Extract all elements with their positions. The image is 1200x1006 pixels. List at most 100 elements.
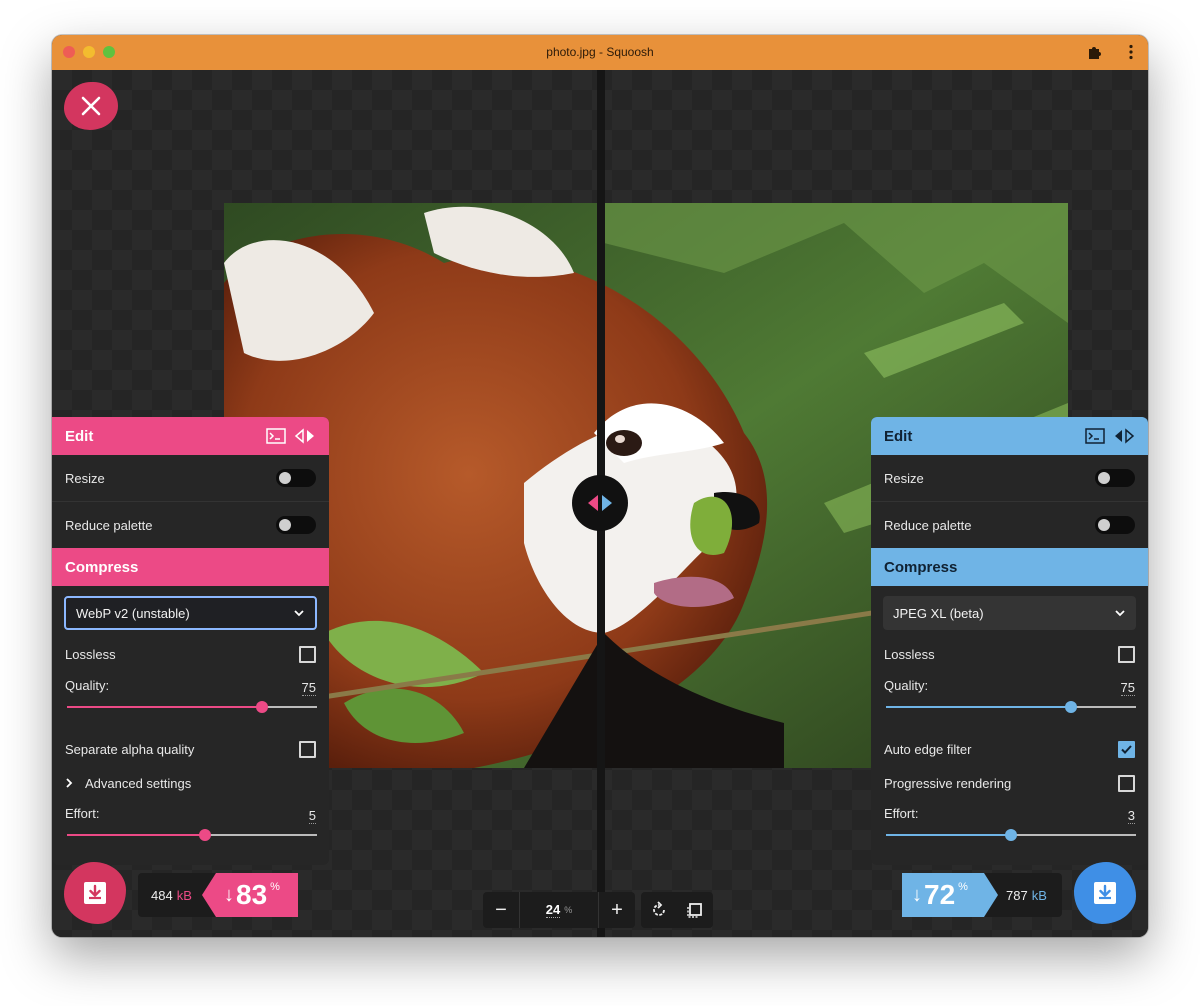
zoom-out-button[interactable]: − (483, 892, 519, 928)
effort-slider[interactable] (886, 829, 1136, 841)
right-edit-header: Edit (871, 417, 1148, 455)
rotate-button[interactable] (641, 892, 677, 928)
zoom-unit: % (564, 905, 573, 915)
lossless-label: Lossless (65, 646, 116, 662)
edit-title: Edit (884, 427, 913, 445)
quality-slider[interactable] (886, 701, 1136, 713)
zoom-value: 24 (545, 902, 561, 918)
browser-window: photo.jpg - Squoosh Edit Resize Reduce p… (52, 35, 1148, 937)
left-options-panel: Edit Resize Reduce palette Compress WebP… (52, 417, 329, 865)
quality-slider-thumb[interactable] (256, 701, 268, 713)
reduce-palette-row: Reduce palette (52, 502, 329, 548)
effort-label: Effort: (884, 806, 919, 821)
compress-title: Compress (65, 558, 139, 576)
left-size-unit: kB (176, 887, 192, 903)
zoom-in-button[interactable]: + (599, 892, 635, 928)
effort-value[interactable]: 3 (1127, 808, 1135, 824)
auto-edge-filter-label: Auto edge filter (884, 741, 972, 757)
download-icon (84, 882, 106, 904)
quality-slider-block: Quality: 75 (871, 672, 1148, 732)
quality-value[interactable]: 75 (301, 680, 316, 696)
resize-label: Resize (65, 470, 105, 486)
auto-edge-filter-checkbox[interactable] (1118, 740, 1135, 758)
advanced-settings-label: Advanced settings (85, 775, 192, 791)
separate-alpha-row: Separate alpha quality (52, 732, 329, 766)
progressive-rendering-row: Progressive rendering (871, 766, 1148, 800)
effort-value[interactable]: 5 (308, 808, 316, 824)
fit-to-screen-icon (687, 903, 702, 918)
effort-slider[interactable] (67, 829, 317, 841)
right-options-panel: Edit Resize Reduce palette Compress JPEG… (871, 417, 1148, 865)
right-savings-sign: % (958, 881, 968, 893)
lossless-checkbox[interactable] (1118, 645, 1135, 663)
right-savings-arrow: ↓ (912, 883, 922, 906)
right-savings-percent: 72 (924, 879, 956, 910)
right-size-unit: kB (1031, 887, 1047, 903)
left-savings-badge: ↓ 83 % (202, 873, 298, 917)
reduce-palette-toggle[interactable] (276, 516, 316, 534)
right-result-box: ↓ 72 % 787 kB (902, 873, 1062, 917)
rotate-icon (653, 901, 665, 916)
swap-arrows-icon (588, 495, 612, 511)
resize-row: Resize (871, 455, 1148, 502)
effort-slider-thumb[interactable] (1005, 829, 1017, 841)
terminal-icon[interactable] (1085, 428, 1105, 444)
quality-label: Quality: (65, 678, 110, 693)
chevron-down-icon (1115, 610, 1125, 617)
chevron-right-icon (66, 778, 73, 788)
right-savings-badge: ↓ 72 % (902, 873, 998, 917)
right-download-button[interactable] (1074, 862, 1136, 924)
quality-slider-block: Quality: 75 (52, 672, 329, 732)
left-file-size: 484 (151, 887, 173, 903)
left-savings-percent: 83 (236, 879, 268, 910)
quality-slider-thumb[interactable] (1065, 701, 1077, 713)
zoom-level[interactable]: 24 % (519, 892, 599, 928)
quality-value[interactable]: 75 (1120, 680, 1135, 696)
separate-alpha-checkbox[interactable] (299, 740, 316, 758)
progressive-rendering-checkbox[interactable] (1118, 774, 1135, 792)
title-bar: photo.jpg - Squoosh (52, 35, 1148, 70)
effort-label: Effort: (65, 806, 100, 821)
right-file-size: 787 (1006, 887, 1028, 903)
reduce-palette-toggle[interactable] (1095, 516, 1135, 534)
left-savings-arrow: ↓ (224, 883, 234, 906)
resize-label: Resize (884, 470, 924, 486)
separate-alpha-label: Separate alpha quality (65, 741, 195, 757)
codec-value: WebP v2 (unstable) (76, 605, 190, 621)
left-savings-sign: % (270, 881, 280, 893)
advanced-settings-toggle[interactable]: Advanced settings (52, 766, 329, 800)
lossless-checkbox[interactable] (299, 645, 316, 663)
codec-value: JPEG XL (beta) (893, 605, 984, 621)
reduce-palette-row: Reduce palette (871, 502, 1148, 548)
close-button[interactable] (64, 82, 118, 130)
reduce-palette-label: Reduce palette (65, 517, 153, 533)
window-title: photo.jpg - Squoosh (546, 45, 654, 59)
split-handle[interactable] (572, 475, 628, 531)
left-compress-header: Compress (52, 548, 329, 586)
right-compress-header: Compress (871, 548, 1148, 586)
compress-title: Compress (884, 558, 958, 576)
left-download-button[interactable] (64, 862, 126, 924)
edit-title: Edit (65, 427, 94, 445)
chevron-down-icon (294, 610, 304, 617)
lossless-row: Lossless (871, 636, 1148, 672)
codec-select[interactable]: WebP v2 (unstable) (64, 596, 317, 630)
resize-row: Resize (52, 455, 329, 502)
quality-slider[interactable] (67, 701, 317, 713)
resize-toggle[interactable] (1095, 469, 1135, 487)
codec-select[interactable]: JPEG XL (beta) (883, 596, 1136, 630)
fit-to-screen-button[interactable] (677, 892, 713, 928)
effort-slider-block: Effort: 5 (52, 800, 329, 860)
effort-slider-thumb[interactable] (198, 829, 211, 841)
terminal-icon[interactable] (266, 428, 286, 444)
close-icon (81, 96, 101, 116)
lossless-row: Lossless (52, 636, 329, 672)
left-result-box: 484 kB ↓ 83 % (138, 873, 298, 917)
effort-slider-block: Effort: 3 (871, 800, 1148, 860)
kebab-menu-icon[interactable] (1122, 43, 1140, 61)
puzzle-icon[interactable] (1086, 43, 1104, 61)
swap-sides-icon[interactable] (294, 428, 316, 444)
progressive-rendering-label: Progressive rendering (884, 775, 1012, 791)
swap-sides-icon[interactable] (1113, 428, 1135, 444)
resize-toggle[interactable] (276, 469, 316, 487)
